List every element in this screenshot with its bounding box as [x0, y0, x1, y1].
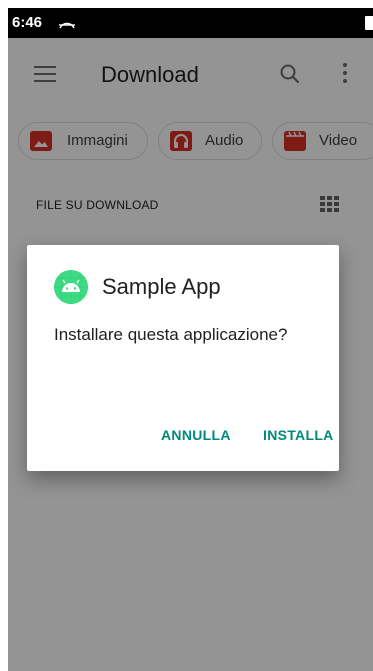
battery-icon	[365, 16, 373, 30]
install-dialog: Sample App Installare questa applicazion…	[27, 245, 339, 471]
status-bar: 6:46	[8, 8, 373, 38]
dialog-actions: ANNULLA INSTALLA	[27, 411, 339, 471]
dialog-message: Installare questa applicazione?	[54, 325, 288, 344]
cancel-button[interactable]: ANNULLA	[161, 427, 231, 443]
dialog-title: Sample App	[102, 274, 221, 299]
frame-top	[0, 0, 373, 8]
frame-left	[0, 0, 8, 671]
cast-icon	[59, 22, 75, 29]
device-screen: 6:46 Download Immagini Audio Video FILE …	[8, 8, 373, 671]
status-time: 6:46	[12, 14, 43, 31]
android-icon	[54, 270, 88, 304]
install-button[interactable]: INSTALLA	[263, 427, 334, 443]
